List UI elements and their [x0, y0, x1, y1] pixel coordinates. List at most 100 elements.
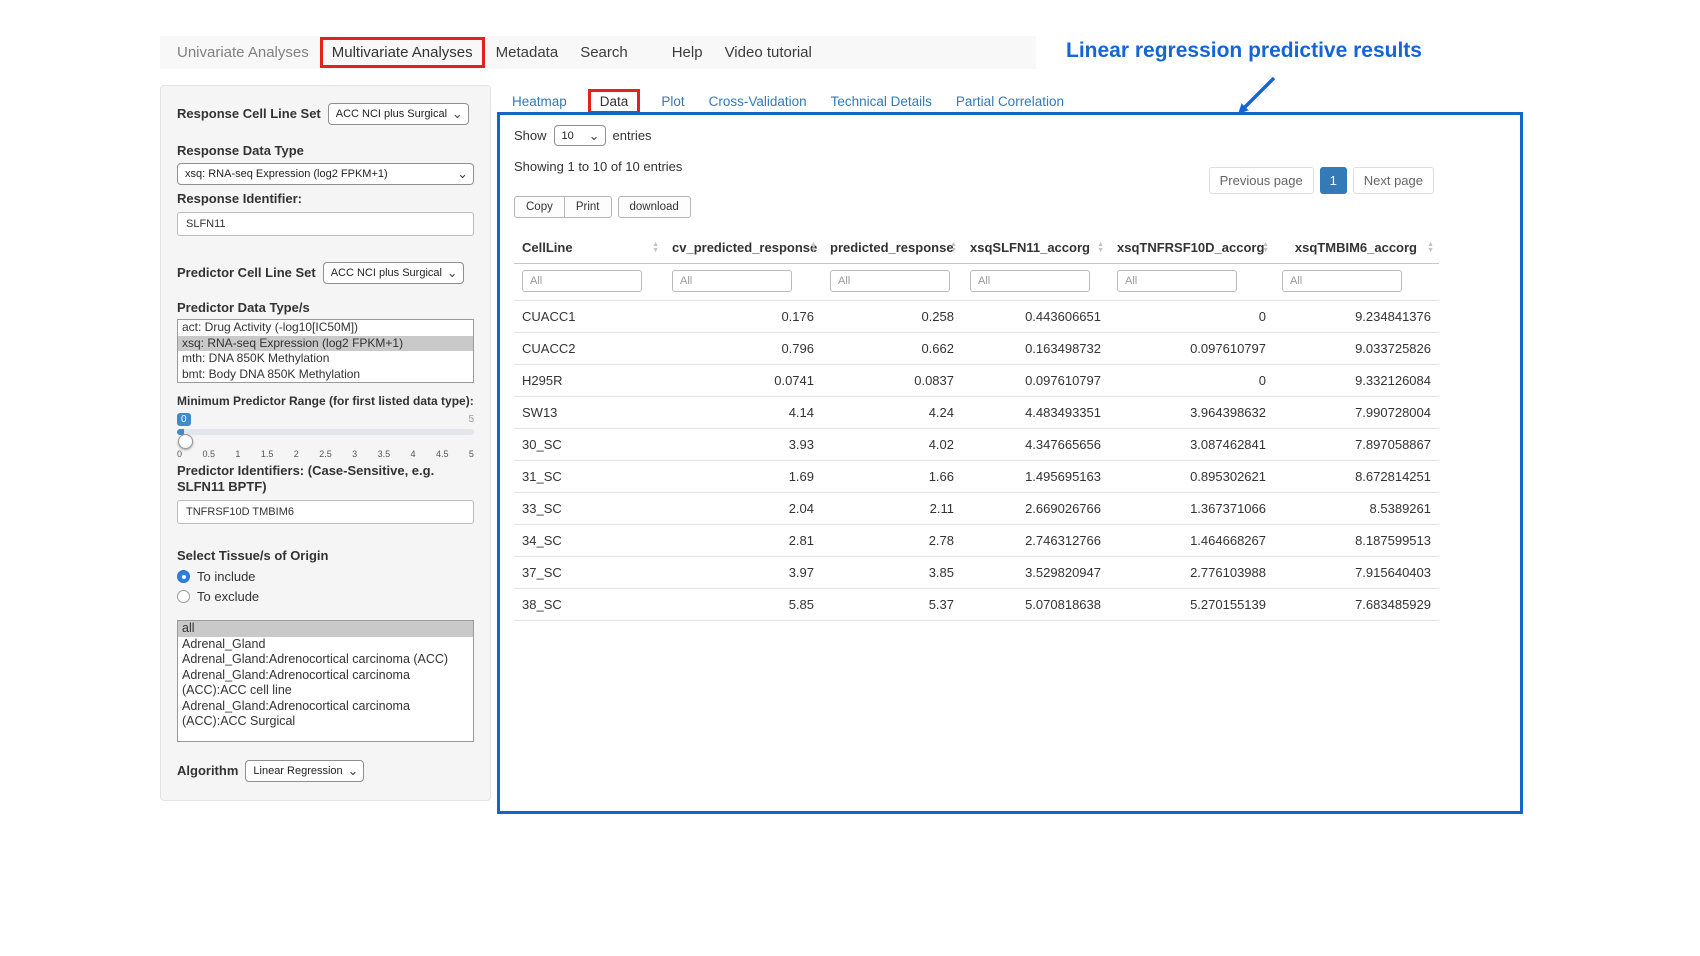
value-cell: 0.0741 — [664, 365, 822, 397]
value-cell: 4.02 — [822, 429, 962, 461]
table-row: 33_SC2.042.112.6690267661.3673710668.538… — [514, 493, 1439, 525]
value-cell: 0.662 — [822, 333, 962, 365]
value-cell: 4.483493351 — [962, 397, 1109, 429]
nav-item-univariate-analyses[interactable]: Univariate Analyses — [166, 39, 320, 66]
tissue-list[interactable]: allAdrenal_GlandAdrenal_Gland:Adrenocort… — [177, 620, 474, 742]
value-cell: 1.69 — [664, 461, 822, 493]
radio-button-icon — [177, 570, 190, 583]
tab-plot[interactable]: Plot — [661, 94, 684, 109]
value-cell: 0 — [1109, 301, 1274, 333]
radio-to-include[interactable]: To include — [177, 569, 474, 584]
response-cell-line-set-label: Response Cell Line Set — [177, 106, 321, 122]
table-row: H295R0.07410.08370.09761079709.332126084 — [514, 365, 1439, 397]
next-page-button[interactable]: Next page — [1353, 167, 1434, 194]
table-row: 37_SC3.973.853.5298209472.7761039887.915… — [514, 557, 1439, 589]
show-entries-select[interactable]: 10 — [554, 125, 606, 146]
value-cell: 0 — [1109, 365, 1274, 397]
value-cell: 3.93 — [664, 429, 822, 461]
nav-item-help[interactable]: Help — [661, 39, 714, 66]
tissue-origin-option[interactable]: Adrenal_Gland:Adrenocortical carcinoma (… — [178, 699, 473, 730]
algorithm-select[interactable]: Linear Regression — [245, 760, 364, 782]
predictor-data-type-option[interactable]: mth: DNA 850K Methylation — [178, 351, 473, 367]
tissue-origin-option[interactable]: Adrenal_Gland:Adrenocortical carcinoma (… — [178, 668, 473, 699]
value-cell: 2.746312766 — [962, 525, 1109, 557]
tab-partial-correlation[interactable]: Partial Correlation — [956, 94, 1064, 109]
table-row: 34_SC2.812.782.7463127661.4646682678.187… — [514, 525, 1439, 557]
tab-technical-details[interactable]: Technical Details — [831, 94, 932, 109]
response-data-type-select[interactable]: xsq: RNA-seq Expression (log2 FPKM+1) — [177, 163, 474, 185]
value-cell: 7.897058867 — [1274, 429, 1439, 461]
slider-track[interactable] — [177, 429, 474, 435]
column-header[interactable]: cv_predicted_response▲▼ — [664, 232, 822, 264]
slider-tick-label: 2 — [294, 449, 299, 459]
copy-button[interactable]: Copy — [514, 196, 565, 218]
slider-tick-label: 4.5 — [436, 449, 449, 459]
radio-label: To include — [197, 569, 256, 584]
current-page-button[interactable]: 1 — [1320, 167, 1347, 194]
slider-tick-label: 4 — [411, 449, 416, 459]
tab-data[interactable]: Data — [588, 89, 641, 114]
column-header-label: cv_predicted_response — [672, 240, 817, 255]
predictor-data-type-option[interactable]: xsq: RNA-seq Expression (log2 FPKM+1) — [178, 336, 473, 352]
column-header[interactable]: xsqTMBIM6_accorg▲▼ — [1274, 232, 1439, 264]
radio-to-exclude[interactable]: To exclude — [177, 589, 474, 604]
slider-tick-labels: 00.511.522.533.544.55 — [177, 449, 474, 459]
filter-cell — [822, 264, 962, 301]
tissue-origin-option[interactable]: Adrenal_Gland:Adrenocortical carcinoma (… — [178, 652, 473, 668]
predictor-data-type-option[interactable]: bmt: Body DNA 850K Methylation — [178, 367, 473, 383]
tissue-origin-option[interactable]: Adrenal_Gland — [178, 637, 473, 653]
column-filter-input[interactable] — [1282, 270, 1402, 292]
table-row: 30_SC3.934.024.3476656563.0874628417.897… — [514, 429, 1439, 461]
response-data-type-label: Response Data Type — [177, 143, 474, 159]
predictor-data-type-option[interactable]: act: Drug Activity (-log10[IC50M]) — [178, 320, 473, 336]
response-identifier-label: Response Identifier: — [177, 191, 474, 207]
min-predictor-range-slider: 0 5 00.511.522.533.544.55 — [177, 413, 474, 459]
column-filter-input[interactable] — [672, 270, 792, 292]
column-header[interactable]: predicted_response▲▼ — [822, 232, 962, 264]
column-filter-input[interactable] — [970, 270, 1090, 292]
column-filter-input[interactable] — [830, 270, 950, 292]
column-header[interactable]: CellLine▲▼ — [514, 232, 664, 264]
column-filter-input[interactable] — [522, 270, 642, 292]
predictor-cell-line-set-select[interactable]: ACC NCI plus Surgical — [323, 262, 464, 284]
slider-handle[interactable] — [178, 434, 193, 449]
response-cell-line-set-field: Response Cell Line Set ACC NCI plus Surg… — [177, 103, 474, 125]
nav-item-search[interactable]: Search — [569, 39, 639, 66]
result-tabs: Heatmap Data Plot Cross-Validation Techn… — [512, 89, 1064, 114]
top-nav: Univariate Analyses Multivariate Analyse… — [160, 36, 1036, 69]
print-button[interactable]: Print — [564, 196, 612, 218]
export-buttons: Copy Print download — [514, 196, 1506, 218]
value-cell: 1.367371066 — [1109, 493, 1274, 525]
table-header-row: CellLine▲▼cv_predicted_response▲▼predict… — [514, 232, 1439, 264]
predictor-cell-line-set-field: Predictor Cell Line Set ACC NCI plus Sur… — [177, 262, 474, 284]
response-cell-line-set-select[interactable]: ACC NCI plus Surgical — [328, 103, 469, 125]
sort-icon: ▲▼ — [652, 242, 659, 254]
predictor-data-type-list[interactable]: act: Drug Activity (-log10[IC50M])xsq: R… — [177, 319, 474, 383]
tissue-origin-option[interactable]: all — [178, 621, 473, 637]
show-entries-suffix: entries — [613, 128, 652, 143]
sort-desc-icon: ▼ — [1427, 248, 1434, 254]
nav-item-metadata[interactable]: Metadata — [485, 39, 570, 66]
value-cell: 3.964398632 — [1109, 397, 1274, 429]
previous-page-button[interactable]: Previous page — [1209, 167, 1314, 194]
column-filter-input[interactable] — [1117, 270, 1237, 292]
slider-tick-label: 1.5 — [261, 449, 274, 459]
slider-max-label: 5 — [468, 414, 474, 425]
filter-cell — [514, 264, 664, 301]
column-header[interactable]: xsqSLFN11_accorg▲▼ — [962, 232, 1109, 264]
nav-item-multivariate-analyses[interactable]: Multivariate Analyses — [320, 37, 485, 68]
tab-cross-validation[interactable]: Cross-Validation — [709, 94, 807, 109]
slider-tick-label: 2.5 — [319, 449, 332, 459]
predictor-identifiers-label: Predictor Identifiers: (Case-Sensitive, … — [177, 463, 474, 495]
predictor-identifiers-input[interactable] — [177, 500, 474, 524]
response-identifier-input[interactable] — [177, 212, 474, 236]
nav-item-video-tutorial[interactable]: Video tutorial — [714, 39, 823, 66]
slider-tick-label: 1 — [235, 449, 240, 459]
value-cell: 7.683485929 — [1274, 589, 1439, 621]
tab-heatmap[interactable]: Heatmap — [512, 94, 567, 109]
value-cell: 0.097610797 — [962, 365, 1109, 397]
slider-tick-label: 5 — [469, 449, 474, 459]
download-button[interactable]: download — [618, 196, 691, 218]
value-cell: 3.97 — [664, 557, 822, 589]
column-header[interactable]: xsqTNFRSF10D_accorg▲▼ — [1109, 232, 1274, 264]
